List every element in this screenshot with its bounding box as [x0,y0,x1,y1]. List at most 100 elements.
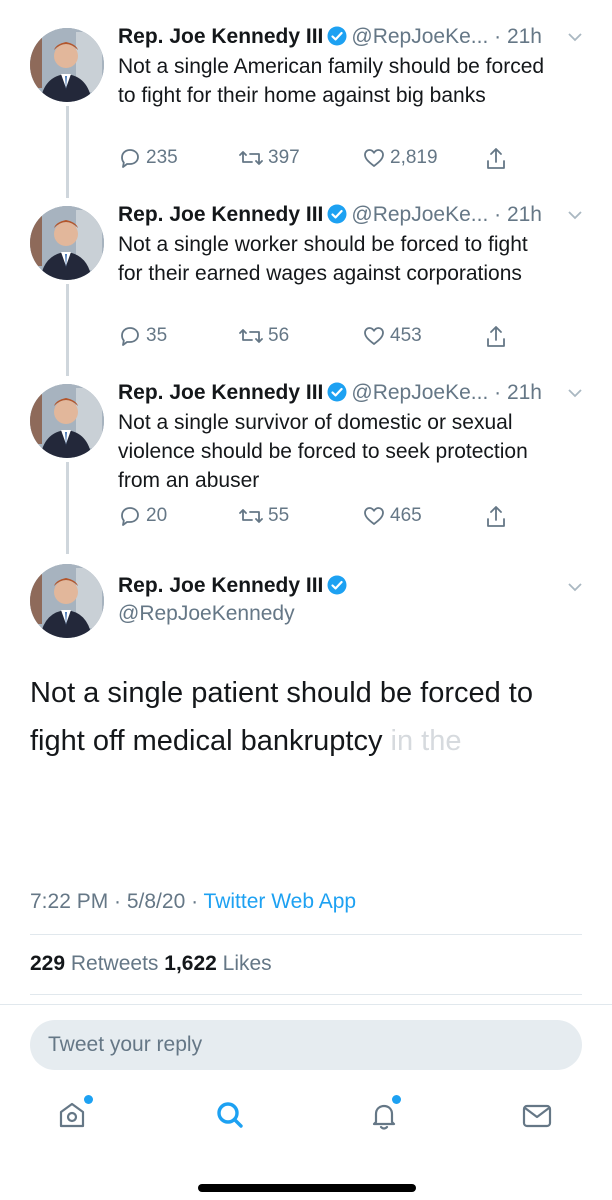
heart-icon [364,149,384,167]
reply-button[interactable]: 35 [118,324,167,348]
retweet-icon [239,509,263,523]
likes-count: 1,622 [164,952,217,975]
author-handle: @RepJoeKe... [351,203,489,226]
tweet-time: · 21h [494,381,542,404]
divider [30,994,582,995]
retweet-button[interactable]: 56 [238,324,289,348]
tweet-text-line: to fight for their home against big bank… [118,84,486,107]
share-icon [487,326,505,347]
messages-icon [522,1104,552,1128]
heart-icon [364,507,384,525]
tweet-text-visible: fight off medical bankruptcy [30,725,383,757]
likes-stat[interactable]: 1,622 Likes [164,952,271,975]
retweet-icon [239,329,263,343]
tweet-time: · 21h [494,25,542,48]
like-count: 465 [390,505,422,526]
tweet-text-line: violence should be forced to seek protec… [118,440,528,463]
tab-notifications[interactable] [364,1095,404,1135]
reply-button[interactable]: 20 [118,504,167,528]
tab-home[interactable] [52,1095,93,1135]
author-name[interactable]: Rep. Joe Kennedy III [118,203,323,226]
share-button[interactable] [484,504,512,530]
reply-input[interactable]: Tweet your reply [30,1020,582,1070]
reply-count: 35 [146,325,168,346]
chevron-down-icon[interactable] [566,206,584,224]
verified-badge-icon [327,26,347,46]
share-button[interactable] [484,324,512,350]
author-handle: @RepJoeKennedy [118,602,295,625]
share-button[interactable] [484,146,512,172]
tweet-text: Not a single patient should be forced to… [30,674,590,760]
tweet-text: Not a single American family should be f… [118,52,588,110]
verified-badge-icon [327,382,347,402]
thread-tweet[interactable]: Rep. Joe Kennedy III @RepJoeKe... · 21h N… [0,202,612,352]
author-name[interactable]: Rep. Joe Kennedy III [118,25,323,48]
reply-placeholder: Tweet your reply [48,1033,203,1056]
tab-messages[interactable] [516,1095,556,1135]
tweet-header: Rep. Joe Kennedy III @RepJoeKe... · 21h [118,202,542,228]
tweet-text-line: from an abuser [118,469,260,492]
retweets-stat[interactable]: 229 Retweets [30,952,164,975]
retweet-button[interactable]: 397 [238,146,300,170]
like-button[interactable]: 465 [362,504,422,528]
thread-tweet[interactable]: Rep. Joe Kennedy III @RepJoeKe... · 21h N… [0,380,612,530]
tweet-text: Not a single worker should be forced to … [118,230,588,288]
avatar[interactable] [30,28,104,102]
tweet-source-link[interactable]: Twitter Web App [204,890,357,913]
tweet-time: · 21h [494,203,542,226]
share-icon [487,148,505,169]
chevron-down-icon[interactable] [566,384,584,402]
tweet-text-line: Not a single patient should be forced to [30,677,533,709]
tweet-text-line: fight off medical bankruptcy in the [30,722,590,760]
tweet-text-line: Not a single American family should be f… [118,55,545,78]
search-icon [217,1102,243,1128]
reply-button[interactable]: 235 [118,146,178,170]
tweet-meta: 7:22 PM · 5/8/20 · Twitter Web App [30,890,356,914]
reply-count: 235 [146,147,178,168]
retweet-count: 397 [268,147,300,168]
verified-badge-icon [327,575,347,595]
heart-icon [364,327,384,345]
thread-tweet[interactable]: Rep. Joe Kennedy III @RepJoeKe... · 21h N… [0,24,612,174]
avatar[interactable] [30,564,104,638]
verified-badge-icon [327,204,347,224]
author-handle: @RepJoeKe... [351,25,489,48]
chevron-down-icon[interactable] [566,28,584,46]
author-name-row: Rep. Joe Kennedy III [118,574,351,598]
retweet-count: 56 [268,325,290,346]
tab-bar [0,1095,612,1145]
retweet-count: 55 [268,505,290,526]
tweet-actions: 20 55 465 [118,504,518,530]
author-name[interactable]: Rep. Joe Kennedy III [118,381,323,404]
share-icon [487,506,505,527]
tweet-text-line: Not a single survivor of domestic or sex… [118,411,513,434]
likes-label: Likes [216,952,272,975]
tweet-text-line: Not a single worker should be forced to … [118,233,528,256]
reply-icon [121,507,139,526]
tab-search[interactable] [210,1095,250,1135]
author-name[interactable]: Rep. Joe Kennedy III [118,574,323,597]
reply-icon [121,149,139,168]
like-button[interactable]: 2,819 [362,146,438,170]
chevron-down-icon[interactable] [566,578,584,596]
avatar[interactable] [30,206,104,280]
reply-icon [121,327,139,346]
like-button[interactable]: 453 [362,324,422,348]
tweet-header: Rep. Joe Kennedy III @RepJoeKe... · 21h [118,380,542,406]
divider [0,1004,612,1005]
home-indicator [198,1184,416,1192]
focused-tweet: Rep. Joe Kennedy III @RepJoeKennedy Not … [0,560,612,890]
reply-count: 20 [146,505,168,526]
tweet-actions: 235 397 2,819 [118,146,518,172]
tweet-text-faded: in the [382,725,462,757]
divider [30,934,582,935]
retweets-label: Retweets [65,952,165,975]
tweet-text-line: for their earned wages against corporati… [118,262,522,285]
author-handle: @RepJoeKe... [351,381,489,404]
retweet-icon [239,151,263,165]
tweet-timestamp: 7:22 PM · 5/8/20 · [30,890,204,913]
notification-dot [392,1095,401,1104]
avatar[interactable] [30,384,104,458]
retweet-button[interactable]: 55 [238,504,289,528]
tweet-stats: 229 Retweets 1,622 Likes [30,952,272,976]
